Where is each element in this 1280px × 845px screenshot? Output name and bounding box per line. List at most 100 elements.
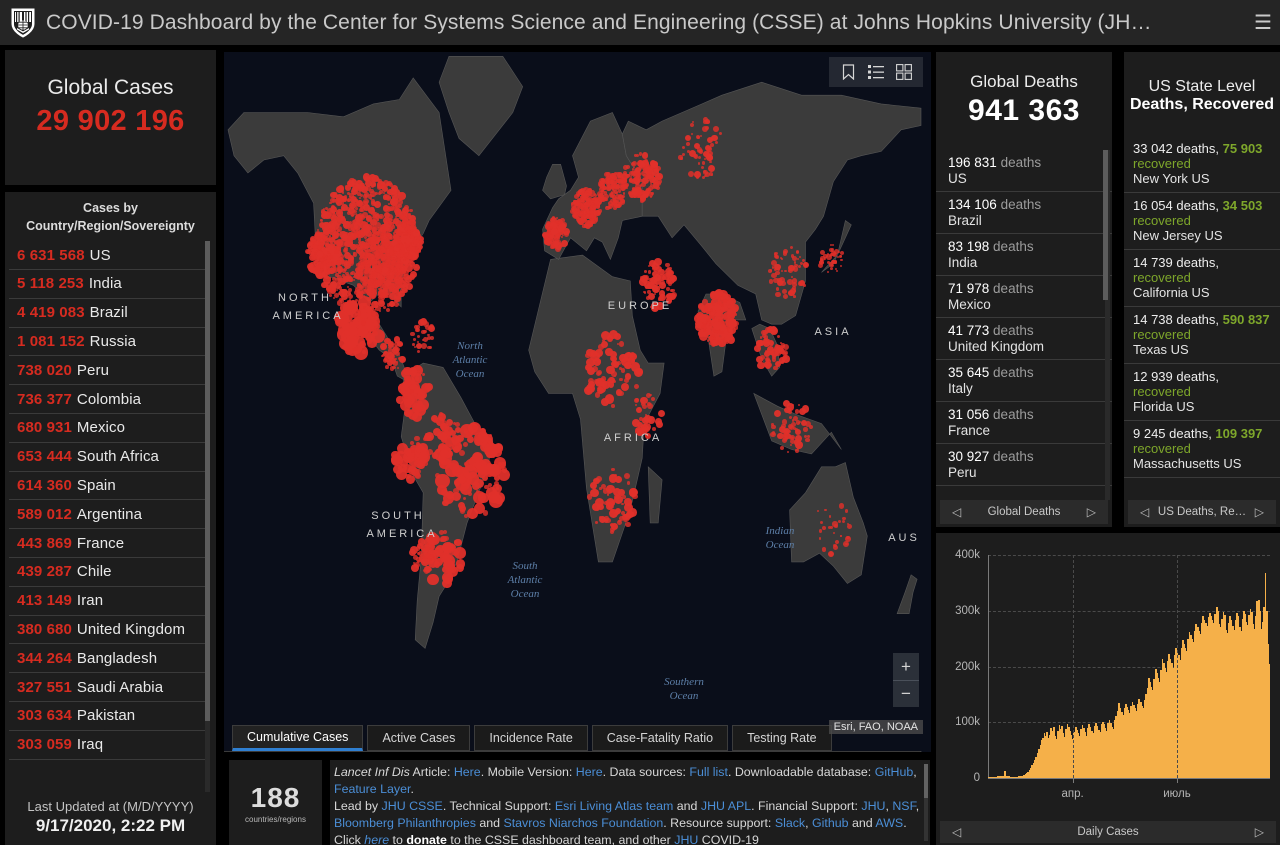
map-case-marker[interactable] <box>595 370 601 376</box>
map-case-marker[interactable] <box>598 516 602 520</box>
map-case-marker[interactable] <box>594 392 601 398</box>
map-case-marker[interactable] <box>818 529 823 533</box>
us-state-row[interactable]: 14 739 deaths, recovered California US <box>1124 250 1280 307</box>
map-case-marker[interactable] <box>381 266 388 273</box>
map-case-marker[interactable] <box>362 203 370 211</box>
map-case-marker[interactable] <box>713 126 719 133</box>
map-case-marker[interactable] <box>695 174 700 179</box>
map-case-marker[interactable] <box>345 271 349 276</box>
global-deaths-nav[interactable]: ◁ Global Deaths ▷ <box>940 500 1108 524</box>
map-case-marker[interactable] <box>339 265 342 269</box>
map-case-marker[interactable] <box>585 352 591 359</box>
map-case-marker[interactable] <box>595 508 599 511</box>
map-case-marker[interactable] <box>357 188 362 193</box>
map-case-marker[interactable] <box>623 351 634 361</box>
map-case-marker[interactable] <box>375 241 379 244</box>
case-row[interactable]: 303 634 Pakistan <box>9 702 210 731</box>
map-case-marker[interactable] <box>312 265 315 268</box>
map-case-marker[interactable] <box>710 308 714 312</box>
map-case-marker[interactable] <box>845 536 851 542</box>
map-tab-testing-rate[interactable]: Testing Rate <box>732 725 832 751</box>
map-case-marker[interactable] <box>319 267 323 271</box>
map-case-marker[interactable] <box>714 311 722 318</box>
map-case-marker[interactable] <box>409 208 413 212</box>
map-case-marker[interactable] <box>574 210 579 215</box>
map-case-marker[interactable] <box>389 365 395 371</box>
map-case-marker[interactable] <box>593 216 598 221</box>
map-case-marker[interactable] <box>374 257 378 261</box>
map-case-marker[interactable] <box>623 180 628 184</box>
map-case-marker[interactable] <box>386 252 390 257</box>
map-case-marker[interactable] <box>590 488 599 497</box>
map-case-marker[interactable] <box>335 260 341 266</box>
map-case-marker[interactable] <box>833 260 837 264</box>
map-case-marker[interactable] <box>716 340 721 345</box>
death-row[interactable]: 196 831 deaths US <box>936 150 1112 192</box>
map-case-marker[interactable] <box>410 448 415 453</box>
map-case-marker[interactable] <box>793 263 798 268</box>
map-case-marker[interactable] <box>775 255 779 259</box>
map-case-marker[interactable] <box>406 210 409 213</box>
map-case-marker[interactable] <box>710 174 713 177</box>
map-case-marker[interactable] <box>416 349 420 354</box>
map-case-marker[interactable] <box>763 335 769 340</box>
map-case-marker[interactable] <box>382 292 388 298</box>
map-case-marker[interactable] <box>377 248 380 251</box>
map-case-marker[interactable] <box>391 289 397 294</box>
map-case-marker[interactable] <box>587 388 592 393</box>
map-case-marker[interactable] <box>558 220 562 225</box>
map-case-marker[interactable] <box>394 357 397 360</box>
map-case-marker[interactable] <box>487 490 500 503</box>
map-case-marker[interactable] <box>708 341 712 345</box>
case-row[interactable]: 1 081 152 Russia <box>9 328 210 357</box>
map-case-marker[interactable] <box>453 445 461 453</box>
map-case-marker[interactable] <box>643 275 649 281</box>
map-case-marker[interactable] <box>383 249 387 253</box>
map-case-marker[interactable] <box>387 202 390 205</box>
map-case-marker[interactable] <box>637 167 640 170</box>
map-case-marker[interactable] <box>399 343 403 346</box>
map-case-marker[interactable] <box>556 216 559 219</box>
map-case-marker[interactable] <box>415 328 419 332</box>
map-case-marker[interactable] <box>387 352 395 360</box>
map-case-marker[interactable] <box>370 274 373 277</box>
map-case-marker[interactable] <box>768 279 773 284</box>
map-case-marker[interactable] <box>612 172 615 175</box>
map-case-marker[interactable] <box>474 478 484 489</box>
map-case-marker[interactable] <box>826 271 829 274</box>
zoom-in-button[interactable]: + <box>893 653 919 681</box>
map-case-marker[interactable] <box>654 418 662 426</box>
map-case-marker[interactable] <box>625 186 628 190</box>
map-case-marker[interactable] <box>775 287 780 291</box>
cases-list-scroll-thumb[interactable] <box>205 241 210 722</box>
map-case-marker[interactable] <box>831 243 834 246</box>
footer-link[interactable]: AWS <box>875 816 903 830</box>
bookmark-icon[interactable] <box>835 59 861 85</box>
map-case-marker[interactable] <box>634 154 637 157</box>
map-case-marker[interactable] <box>329 201 332 205</box>
map-case-marker[interactable] <box>462 442 468 448</box>
map-case-marker[interactable] <box>382 191 385 194</box>
map-case-marker[interactable] <box>389 293 396 300</box>
map-case-marker[interactable] <box>332 269 335 272</box>
map-case-marker[interactable] <box>595 349 604 357</box>
map-case-marker[interactable] <box>414 229 418 233</box>
map-case-marker[interactable] <box>367 262 370 265</box>
map-case-marker[interactable] <box>360 254 364 258</box>
map-case-marker[interactable] <box>393 336 401 343</box>
map-case-marker[interactable] <box>421 329 426 335</box>
footer-link[interactable]: JHU CSSE <box>382 799 443 813</box>
map-case-marker[interactable] <box>652 426 657 431</box>
map-case-marker[interactable] <box>427 573 439 586</box>
map-case-marker[interactable] <box>376 285 379 288</box>
map-case-marker[interactable] <box>443 535 449 541</box>
map-case-marker[interactable] <box>416 542 423 550</box>
map-case-marker[interactable] <box>791 285 796 290</box>
map-case-marker[interactable] <box>718 318 722 323</box>
map-case-marker[interactable] <box>827 252 830 255</box>
map-case-marker[interactable] <box>389 256 394 261</box>
map-case-marker[interactable] <box>353 202 358 207</box>
map-case-marker[interactable] <box>626 511 634 519</box>
map-case-marker[interactable] <box>644 270 647 273</box>
map-case-marker[interactable] <box>645 188 650 192</box>
